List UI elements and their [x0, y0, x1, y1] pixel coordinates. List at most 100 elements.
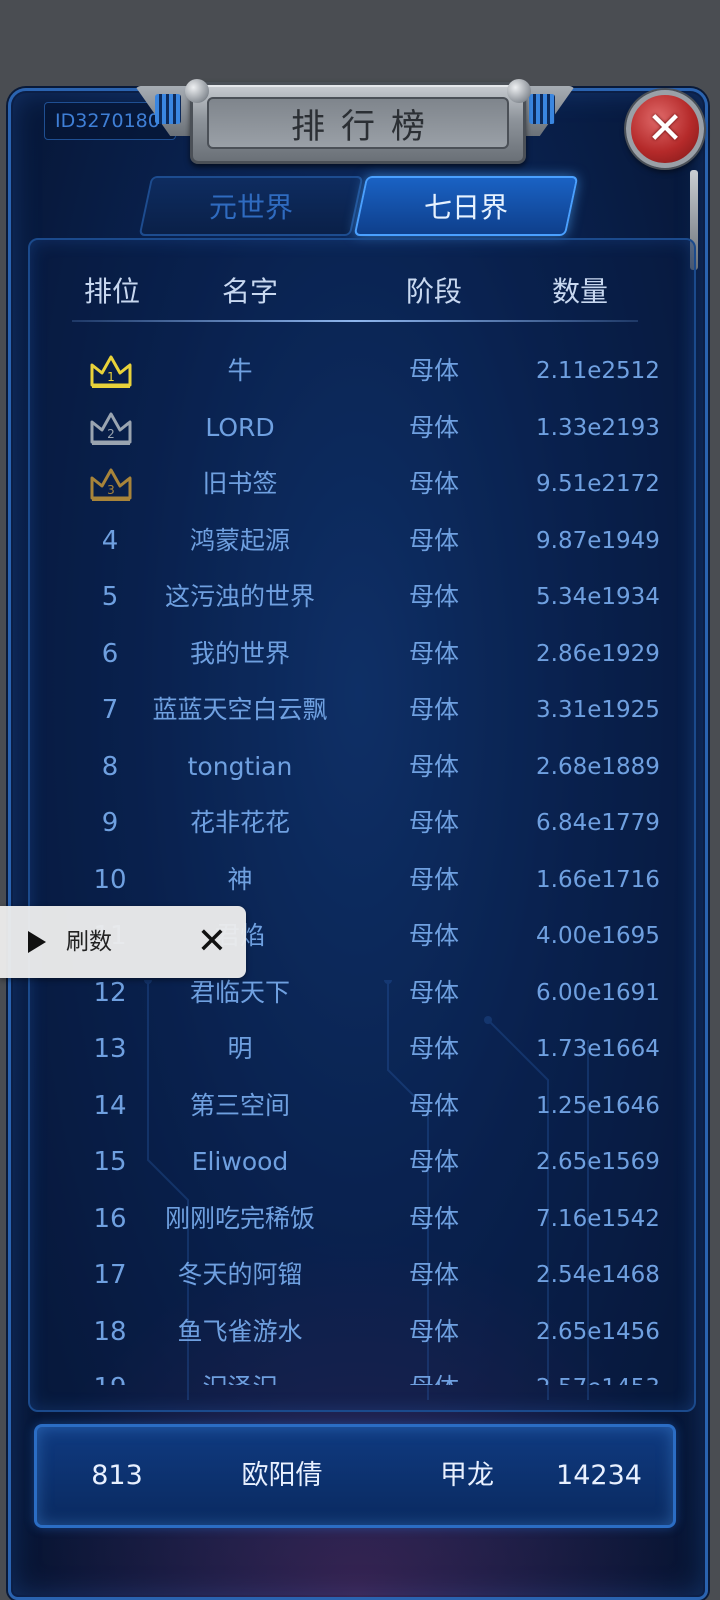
player-stage: 母体: [408, 525, 459, 555]
player-value: 6.84e1779: [536, 810, 660, 836]
player-value: 1.25e1646: [536, 1092, 660, 1119]
table-row[interactable]: 16 刚刚吃完稀饭 母体 7.16e1542: [0, 1191, 720, 1248]
table-header: 排位 名字 阶段 数量: [0, 268, 720, 316]
player-name: 旧书签: [202, 469, 278, 498]
player-stage: 母体: [408, 977, 459, 1007]
player-value: 3.31e1925: [536, 697, 660, 723]
player-value: 2.57e1453: [528, 1360, 668, 1385]
player-value: 6.00e1691: [536, 979, 660, 1006]
column-header-stage: 阶段: [405, 275, 462, 308]
player-name: Eliwood: [191, 1147, 289, 1176]
player-name: 汨泽汨: [130, 1360, 350, 1385]
table-row[interactable]: 1 牛 母体 2.11e2512: [0, 343, 720, 400]
table-row[interactable]: 14 第三空间 母体 1.25e1646: [0, 1078, 720, 1135]
table-row[interactable]: 6 我的世界 母体 2.86e1929: [0, 626, 720, 683]
player-name: 花非花花: [189, 808, 290, 837]
vent-decoration: [529, 94, 555, 124]
player-stage: 母体: [408, 1260, 459, 1289]
player-stage: 母体: [408, 356, 459, 385]
player-stage: 母体: [384, 1360, 484, 1385]
crown-rank-number: 3: [107, 483, 115, 497]
floating-tool-label[interactable]: 刷数: [66, 906, 112, 978]
player-name: 蓝蓝天空白云飘: [152, 695, 328, 724]
player-value: 1.73e1664: [536, 1036, 660, 1062]
player-name: 牛: [227, 356, 253, 385]
player-value: 9.87e1949: [536, 527, 660, 554]
column-header-value: 数量: [551, 275, 608, 308]
table-row[interactable]: 2 LORD 母体 1.33e2193: [0, 400, 720, 457]
player-stage: 母体: [408, 751, 459, 781]
player-name: 我的世界: [189, 638, 290, 668]
ranking-list[interactable]: 1 牛母体 2.11e2512 2 LORD 母体 1.33e2193 3 旧书签 母体 9.51e…: [0, 343, 720, 1385]
tab-yuan-world[interactable]: 元世界: [138, 176, 364, 236]
table-row[interactable]: 7 蓝蓝天空白云飘 母体 3.31e1925: [0, 682, 720, 739]
player-value: 9.51e2172: [536, 471, 660, 497]
close-icon: ✕: [646, 103, 684, 154]
player-name: 鸿蒙起源: [189, 525, 290, 555]
player-stage: 母体: [408, 808, 459, 837]
crown-icon: 3: [90, 468, 132, 501]
player-stage: 母体: [408, 921, 459, 950]
player-stage: 母体: [408, 1034, 459, 1063]
title-plate: 排行榜: [135, 78, 575, 168]
tab-seven-day-world[interactable]: 七日界: [353, 176, 579, 236]
player-stage: 母体: [408, 582, 459, 611]
close-icon[interactable]: ✕: [192, 918, 232, 966]
player-name: LORD: [205, 412, 275, 442]
player-name: 刚刚吃完稀饭: [164, 1203, 315, 1233]
table-row[interactable]: 15 Eliwood 母体 2.65e1569: [0, 1134, 720, 1191]
column-header-rank: 排位: [83, 275, 140, 308]
player-value: 2.86e1929: [536, 640, 660, 667]
column-header-name: 名字: [221, 275, 278, 308]
crown-icon: 2: [90, 412, 132, 445]
player-name: 冬天的阿镏: [177, 1260, 303, 1289]
my-name: 欧阳倩: [241, 1460, 323, 1491]
table-row[interactable]: 4 鸿蒙起源 母体 9.87e1949: [0, 513, 720, 570]
player-stage: 母体: [408, 412, 459, 442]
crown-rank-number: 2: [107, 427, 115, 441]
table-row[interactable]: 18 鱼飞雀游水 母体 2.65e1456: [0, 1304, 720, 1361]
player-value: 2.65e1456: [536, 1318, 660, 1345]
bolt-icon: [185, 79, 209, 103]
player-name: 明: [227, 1034, 253, 1063]
bolt-icon: [507, 79, 531, 103]
my-value: 14234: [556, 1460, 642, 1491]
table-row[interactable]: 3 旧书签 母体 9.51e2172: [0, 456, 720, 513]
player-stage: 母体: [408, 1316, 459, 1346]
table-row[interactable]: 8 tongtian 母体 2.68e1889: [0, 739, 720, 796]
vent-decoration: [155, 94, 181, 124]
player-stage: 母体: [408, 695, 459, 724]
page-title: 排行榜: [291, 106, 441, 147]
my-rank-bar: 813 欧阳倩 甲龙 14234: [34, 1424, 676, 1528]
crown-icon: 1: [90, 355, 132, 388]
table-row[interactable]: 13 明母体 1.73e1664: [0, 1021, 720, 1078]
player-name: 鱼飞雀游水: [177, 1316, 303, 1346]
my-stage: 甲龙: [440, 1460, 494, 1491]
player-value: 1.66e1716: [536, 866, 660, 893]
close-button[interactable]: ✕: [626, 90, 704, 168]
crown-rank-number: 1: [107, 370, 115, 384]
player-value: 5.34e1934: [536, 584, 660, 610]
player-stage: 母体: [408, 864, 459, 894]
player-name: tongtian: [187, 751, 293, 781]
player-value: 2.11e2512: [536, 358, 660, 384]
table-row[interactable]: 19汨泽汨母体2.57e1453: [0, 1360, 720, 1385]
floating-tool-panel[interactable]: 刷数 ✕: [0, 906, 246, 978]
table-row[interactable]: 5 这污浊的世界 母体 5.34e1934: [0, 569, 720, 626]
player-value: 2.68e1889: [536, 753, 660, 780]
player-name: 第三空间: [189, 1090, 290, 1120]
player-stage: 母体: [408, 1147, 459, 1176]
player-value: 7.16e1542: [536, 1205, 660, 1232]
table-row[interactable]: 17 冬天的阿镏 母体 2.54e1468: [0, 1247, 720, 1304]
my-rank: 813: [91, 1460, 143, 1491]
player-value: 2.54e1468: [536, 1262, 660, 1288]
player-stage: 母体: [408, 1090, 459, 1120]
player-stage: 母体: [408, 1203, 459, 1233]
player-value: 4.00e1695: [536, 923, 660, 949]
player-value: 2.65e1569: [536, 1149, 660, 1175]
play-icon[interactable]: [28, 931, 46, 953]
table-row[interactable]: 9 花非花花 母体 6.84e1779: [0, 795, 720, 852]
header-divider: [72, 320, 638, 322]
player-value: 1.33e2193: [536, 414, 660, 441]
table-row[interactable]: 10 神母体 1.66e1716: [0, 852, 720, 909]
